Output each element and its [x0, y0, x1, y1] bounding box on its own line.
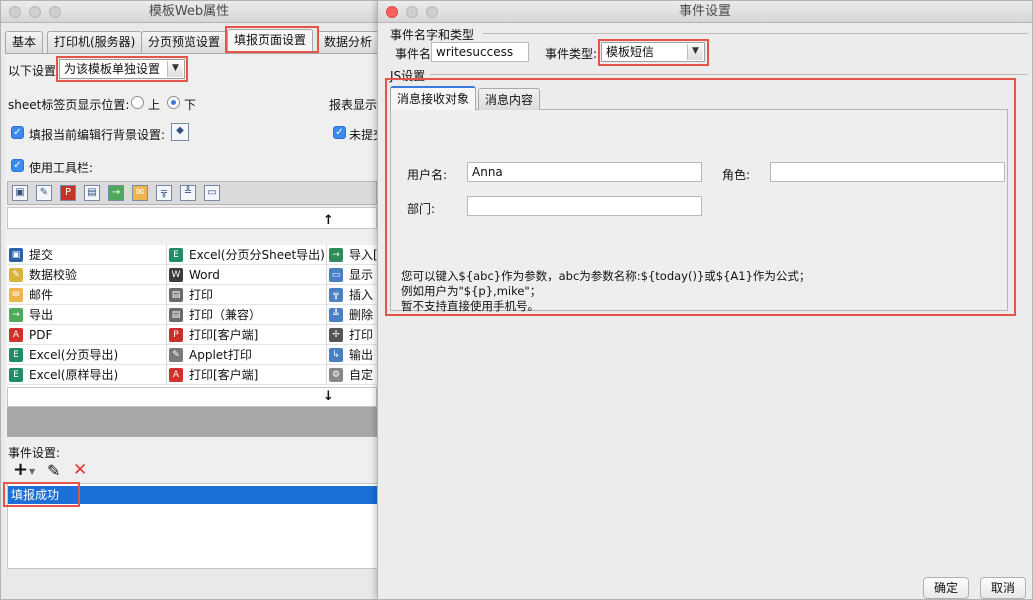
minimize-dialog-icon[interactable] [406, 6, 418, 18]
event-name-value: writesuccess [436, 45, 514, 59]
radio-bottom-label: 下 [184, 98, 197, 112]
grid-cell-print-more[interactable]: ✢ 打印 [327, 325, 377, 345]
zoom-dialog-icon[interactable] [426, 6, 438, 18]
grid-cell-insert[interactable]: ╦ 插入 [327, 285, 377, 305]
down-panel [7, 387, 377, 407]
toolbar-buttons-grid: ▣ 提交 E Excel(分页分Sheet导出) → 导入[ ✎ 数据校验 W Word … [7, 245, 377, 387]
tab-data-analysis[interactable]: 数据分析设 [317, 31, 377, 69]
edit-event-icon[interactable]: ✎ [47, 461, 60, 480]
template-web-properties-window: 模板Web属性 基本 打印机(服务器) 分页预览设置 填报页面设置 数据分析设 … [0, 0, 378, 600]
group-divider [483, 33, 1028, 34]
grid-cell-print-client-2[interactable]: A 打印[客户端] [167, 365, 327, 385]
minimize-window-icon[interactable] [29, 6, 41, 18]
verify-icon[interactable]: ✎ [36, 185, 52, 201]
insert-row-icon[interactable]: ╦ [156, 185, 172, 201]
toolbar-divider-band [7, 407, 377, 437]
close-dialog-icon[interactable] [386, 6, 398, 18]
grid-cell-custom[interactable]: ⚙ 自定 [327, 365, 377, 385]
unsubmitted-checkbox[interactable]: ✓ [333, 126, 346, 139]
highlight-tab-fill [225, 26, 319, 53]
highlight-js-settings [385, 78, 1016, 316]
fill-bg-label: 填报当前编辑行背景设置: [29, 128, 166, 142]
delete-event-icon[interactable]: ✕ [73, 460, 87, 480]
right-titlebar: 事件设置 [378, 1, 1032, 23]
grid-cell-export[interactable]: → 导出 [7, 305, 167, 325]
grid-cell-print[interactable]: ▤ 打印 [167, 285, 327, 305]
paint-bucket-icon[interactable]: ◆ [171, 123, 189, 141]
add-dropdown-chevron-icon[interactable]: ▼ [29, 467, 35, 476]
grid-cell-delete[interactable]: ╩ 删除 [327, 305, 377, 325]
event-name-input[interactable]: writesuccess [431, 42, 529, 62]
left-window-title: 模板Web属性 [148, 4, 230, 19]
mail-icon[interactable]: ✉ [132, 185, 148, 201]
submit-icon[interactable]: ▣ [12, 185, 28, 201]
tab-printer-server[interactable]: 打印机(服务器) [47, 31, 143, 53]
right-window-title: 事件设置 [678, 4, 731, 19]
left-tab-bar: 基本 打印机(服务器) 分页预览设置 填报页面设置 数据分析设 [5, 29, 377, 69]
grid-cell-excel-sheet[interactable]: E Excel(分页分Sheet导出) [167, 245, 327, 265]
move-up-arrow-icon[interactable]: ↑ [323, 213, 334, 228]
grid-cell-print-client[interactable]: P 打印[客户端] [167, 325, 327, 345]
show-icon[interactable]: ▭ [204, 185, 220, 201]
highlight-event-type [598, 39, 709, 66]
grid-cell-mail[interactable]: ✉ 邮件 [7, 285, 167, 305]
group-name-type-label: 事件名字和类型 [390, 28, 475, 42]
grid-cell-show[interactable]: ▭ 显示 [327, 265, 377, 285]
ok-button[interactable]: 确定 [923, 577, 969, 599]
print-client-icon[interactable]: P [60, 185, 76, 201]
tab-basic[interactable]: 基本 [5, 31, 44, 53]
grid-cell-verify[interactable]: ✎ 数据校验 [7, 265, 167, 285]
add-event-icon[interactable]: + [13, 459, 28, 480]
close-window-icon[interactable] [9, 6, 21, 18]
up-panel [7, 207, 377, 229]
event-name-label: 事件名: [395, 47, 436, 61]
toolbar-preview-strip: ▣ ✎ P ▤ → ✉ ╦ ╩ ▭ [7, 181, 377, 205]
grid-cell-excel-page[interactable]: E Excel(分页导出) [7, 345, 167, 365]
fill-bg-checkbox[interactable]: ✓ [11, 126, 24, 139]
grid-cell-applet-print[interactable]: ✎ Applet打印 [167, 345, 327, 365]
cancel-button[interactable]: 取消 [980, 577, 1026, 599]
grid-cell-excel-original[interactable]: E Excel(原样导出) [7, 365, 167, 385]
grid-cell-print-compatible[interactable]: ▤ 打印（兼容） [167, 305, 327, 325]
print-icon[interactable]: ▤ [84, 185, 100, 201]
grid-cell-word[interactable]: W Word [167, 265, 327, 285]
radio-bottom[interactable] [167, 96, 180, 109]
event-type-label: 事件类型: [545, 47, 598, 61]
radio-top[interactable] [131, 96, 144, 109]
delete-row-icon[interactable]: ╩ [180, 185, 196, 201]
js-divider [430, 74, 1028, 75]
grid-cell-import[interactable]: → 导入[ [327, 245, 377, 265]
tab-page-preview[interactable]: 分页预览设置 [141, 31, 228, 53]
highlight-event-item [3, 482, 80, 507]
grid-cell-output[interactable]: ↳ 输出 [327, 345, 377, 365]
report-display-label: 报表显示 [329, 98, 378, 112]
use-toolbar-label: 使用工具栏: [29, 161, 94, 175]
unsubmitted-label: 未提交 [349, 128, 377, 142]
zoom-window-icon[interactable] [49, 6, 61, 18]
settings-label: 以下设置 [8, 64, 57, 78]
highlight-settings-select [56, 56, 188, 82]
left-titlebar: 模板Web属性 [1, 1, 377, 23]
use-toolbar-checkbox[interactable]: ✓ [11, 159, 24, 172]
move-down-arrow-icon[interactable]: ↓ [323, 389, 334, 404]
grid-cell-submit[interactable]: ▣ 提交 [7, 245, 167, 265]
export-icon[interactable]: → [108, 185, 124, 201]
radio-top-label: 上 [148, 98, 161, 112]
sheet-tab-position-label: sheet标签页显示位置: [8, 98, 130, 112]
event-settings-window: 事件设置 事件名字和类型 事件名: writesuccess 事件类型: 模板短… [377, 0, 1033, 600]
grid-cell-pdf[interactable]: A PDF [7, 325, 167, 345]
